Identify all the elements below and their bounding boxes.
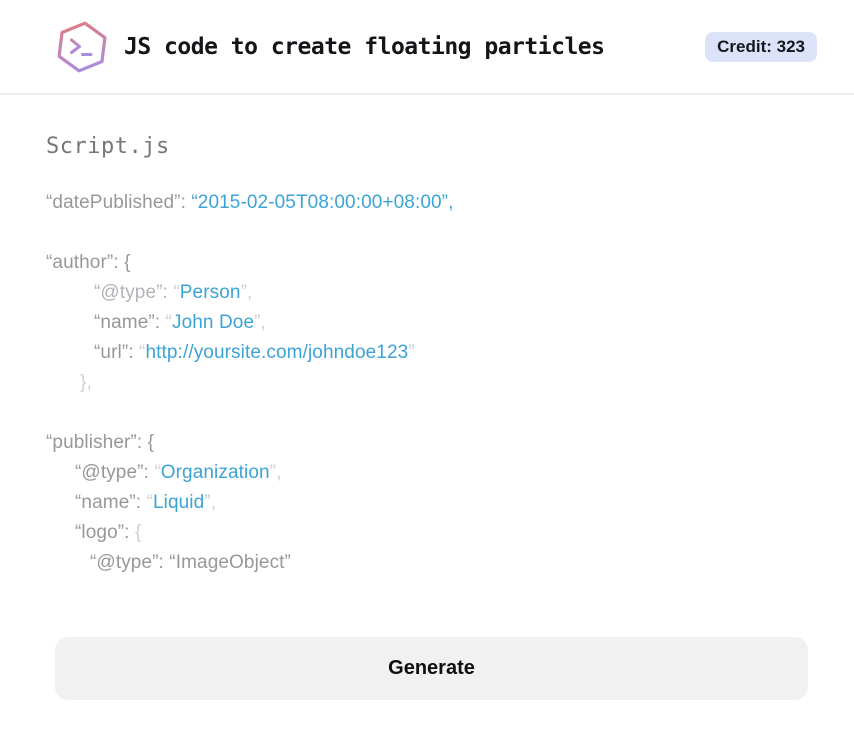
filename-heading: Script.js xyxy=(46,134,170,159)
code-line: “@type”: “Organization”, xyxy=(46,458,808,488)
code-block: “datePublished”: “2015-02-05T08:00:00+08… xyxy=(46,188,808,578)
code-token: “name”: xyxy=(75,492,147,513)
code-line: “name”: “Liquid”, xyxy=(46,488,808,518)
code-line: “@type”: “Person”, xyxy=(46,278,808,308)
code-token: ”, xyxy=(269,462,282,483)
code-token: “@type”: xyxy=(75,462,155,483)
code-value: Organization xyxy=(160,462,270,483)
code-line: “author”: { xyxy=(46,248,808,278)
code-line: “logo”: { xyxy=(46,518,808,548)
generate-button[interactable]: Generate xyxy=(55,637,808,700)
code-token: ” xyxy=(408,342,415,363)
code-token: “url”: xyxy=(94,342,140,363)
code-token: ”, xyxy=(240,282,253,303)
main-content: Script.js “datePublished”: “2015-02-05T0… xyxy=(0,95,854,700)
code-line: “publisher”: { xyxy=(46,428,808,458)
code-token: “@type”: xyxy=(94,282,174,303)
code-value: Person xyxy=(179,282,241,303)
code-token: “name”: xyxy=(94,312,166,333)
code-line: “url”: “http://yoursite.com/johndoe123” xyxy=(46,338,808,368)
code-line: }, xyxy=(46,368,808,398)
code-line: “name”: “John Doe”, xyxy=(46,308,808,338)
code-value: “2015-02-05T08:00:00+08:00”, xyxy=(191,192,454,213)
code-token: ”, xyxy=(204,492,217,513)
code-token: “logo”: xyxy=(75,522,135,543)
code-token: “author”: { xyxy=(46,252,131,273)
code-line: “datePublished”: “2015-02-05T08:00:00+08… xyxy=(46,188,808,218)
code-token: }, xyxy=(80,372,92,393)
header: JS code to create floating particles Cre… xyxy=(0,0,854,95)
code-value: Liquid xyxy=(152,492,205,513)
credit-badge: Credit: 323 xyxy=(705,31,817,62)
code-token: ”, xyxy=(254,312,266,333)
terminal-hexagon-icon xyxy=(55,19,109,75)
code-token: “datePublished”: xyxy=(46,192,192,213)
code-token: { xyxy=(134,522,142,543)
code-token: “publisher”: { xyxy=(46,432,155,453)
code-value: http://yoursite.com/johndoe123 xyxy=(145,342,409,363)
code-value: John Doe xyxy=(171,312,255,333)
page-title: JS code to create floating particles xyxy=(124,33,605,60)
code-token: “@type”: “ImageObject” xyxy=(90,552,291,573)
code-line: “@type”: “ImageObject” xyxy=(46,548,808,578)
